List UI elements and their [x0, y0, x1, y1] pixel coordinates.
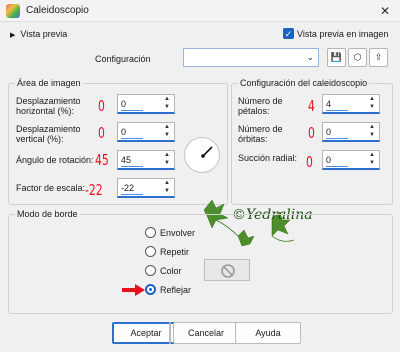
annotation-vertical: 0 [98, 124, 105, 142]
close-button[interactable]: ✕ [374, 2, 396, 20]
check-icon: ✓ [283, 28, 294, 39]
vertical-offset-spinner[interactable]: 0 ▲ ▼ [117, 122, 175, 142]
dial-needle-icon [201, 146, 213, 158]
rotation-angle-value: 45 [121, 155, 132, 165]
window-title: Caleidoscopio [26, 5, 89, 16]
slider-track [121, 138, 143, 139]
horizontal-offset-spinner[interactable]: 0 ▲ ▼ [117, 94, 175, 114]
radio-reflejar-label: Reflejar [160, 284, 192, 295]
horizontal-offset-label: Desplazamiento horizontal (%): [16, 96, 81, 116]
configuration-select[interactable]: ⌄ [183, 48, 319, 67]
preview-toggle[interactable]: ▶ Vista previa [10, 29, 67, 39]
radio-circle-icon [145, 246, 156, 257]
slider-track [326, 138, 348, 139]
radial-suction-label: Succión radial: [238, 153, 298, 163]
image-preview-label: Vista previa en imagen [297, 28, 389, 39]
spinner-arrows-icon[interactable]: ▲ ▼ [160, 95, 174, 113]
radio-repetir[interactable]: Repetir [145, 246, 189, 257]
red-arrow-icon [122, 284, 145, 296]
petals-label: Número de pétalos: [238, 96, 283, 116]
radio-color[interactable]: Color [145, 265, 182, 276]
annotation-horizontal: 0 [98, 97, 105, 115]
spinner-arrows-icon[interactable]: ▲ ▼ [160, 123, 174, 141]
spacer [169, 322, 171, 344]
radio-color-label: Color [160, 265, 182, 276]
radio-reflejar[interactable]: Reflejar [145, 284, 191, 295]
disabled-icon [221, 264, 235, 278]
spinner-arrows-icon[interactable]: ▲ ▼ [365, 123, 379, 141]
slider-track [326, 166, 348, 167]
vertical-offset-value: 0 [121, 127, 127, 137]
orbits-label: Número de órbitas: [238, 124, 283, 144]
radio-selected-icon [145, 284, 156, 295]
rotation-angle-spinner[interactable]: 45 ▲ ▼ [117, 150, 175, 170]
annotation-orbits: 0 [308, 124, 315, 142]
image-preview-checkbox[interactable]: ✓ Vista previa en imagen [283, 28, 388, 39]
kaleidoscope-app-icon [6, 4, 20, 18]
save-icon: 💾 [330, 52, 343, 62]
spinner-arrows-icon[interactable]: ▲ ▼ [365, 95, 379, 113]
annotation-scale: -22 [85, 181, 103, 199]
save-preset-button[interactable]: 💾 [327, 48, 346, 67]
radial-suction-spinner[interactable]: 0 ▲ ▼ [322, 150, 380, 170]
triangle-right-icon: ▶ [10, 32, 16, 39]
annotation-petals: 4 [308, 97, 315, 115]
petals-value: 4 [326, 99, 332, 109]
kaleidoscope-title: Configuración del caleidoscopio [238, 78, 370, 88]
radio-circle-icon [145, 265, 156, 276]
annotation-rotation: 45 [95, 151, 109, 169]
radio-envolver-label: Envolver [160, 227, 196, 238]
spinner-arrows-icon[interactable]: ▲ ▼ [160, 179, 174, 197]
configuration-label: Configuración [95, 54, 151, 64]
orbits-spinner[interactable]: 0 ▲ ▼ [322, 122, 380, 142]
slider-track [121, 194, 143, 195]
radial-suction-value: 0 [326, 155, 332, 165]
radio-circle-icon [145, 227, 156, 238]
slider-track [326, 110, 348, 111]
border-mode-title: Modo de borde [15, 209, 80, 219]
export-icon: ⇪ [374, 52, 383, 62]
border-mode-group: Modo de borde [8, 209, 393, 314]
scale-factor-spinner[interactable]: -22 ▲ ▼ [117, 178, 175, 198]
image-area-title: Área de imagen [15, 78, 83, 88]
color-swatch-button[interactable] [204, 259, 250, 281]
radio-envolver[interactable]: Envolver [145, 227, 195, 238]
rotation-angle-label: Ángulo de rotación: [16, 155, 94, 165]
chevron-down-icon: ⌄ [306, 52, 314, 62]
slider-track [121, 110, 143, 111]
rotation-dial[interactable] [184, 137, 220, 173]
spinner-arrows-icon[interactable]: ▲ ▼ [160, 151, 174, 169]
vertical-offset-label: Desplazamiento vertical (%): [16, 124, 81, 144]
spinner-arrows-icon[interactable]: ▲ ▼ [365, 151, 379, 169]
slider-track [121, 166, 143, 167]
preview-toggle-label: Vista previa [20, 29, 68, 39]
cancel-button[interactable]: Cancelar [173, 322, 239, 344]
horizontal-offset-value: 0 [121, 99, 127, 109]
annotation-suction: 0 [306, 153, 313, 171]
cube-icon: ⬡ [353, 52, 362, 62]
orbits-value: 0 [326, 127, 332, 137]
export-button[interactable]: ⇪ [369, 48, 388, 67]
help-button[interactable]: Ayuda [235, 322, 301, 344]
scale-factor-label: Factor de escala: [16, 183, 86, 193]
cube-button[interactable]: ⬡ [348, 48, 367, 67]
title-bar: Caleidoscopio ✕ [0, 0, 400, 22]
petals-spinner[interactable]: 4 ▲ ▼ [322, 94, 380, 114]
radio-repetir-label: Repetir [160, 246, 190, 257]
scale-factor-value: -22 [121, 183, 135, 193]
